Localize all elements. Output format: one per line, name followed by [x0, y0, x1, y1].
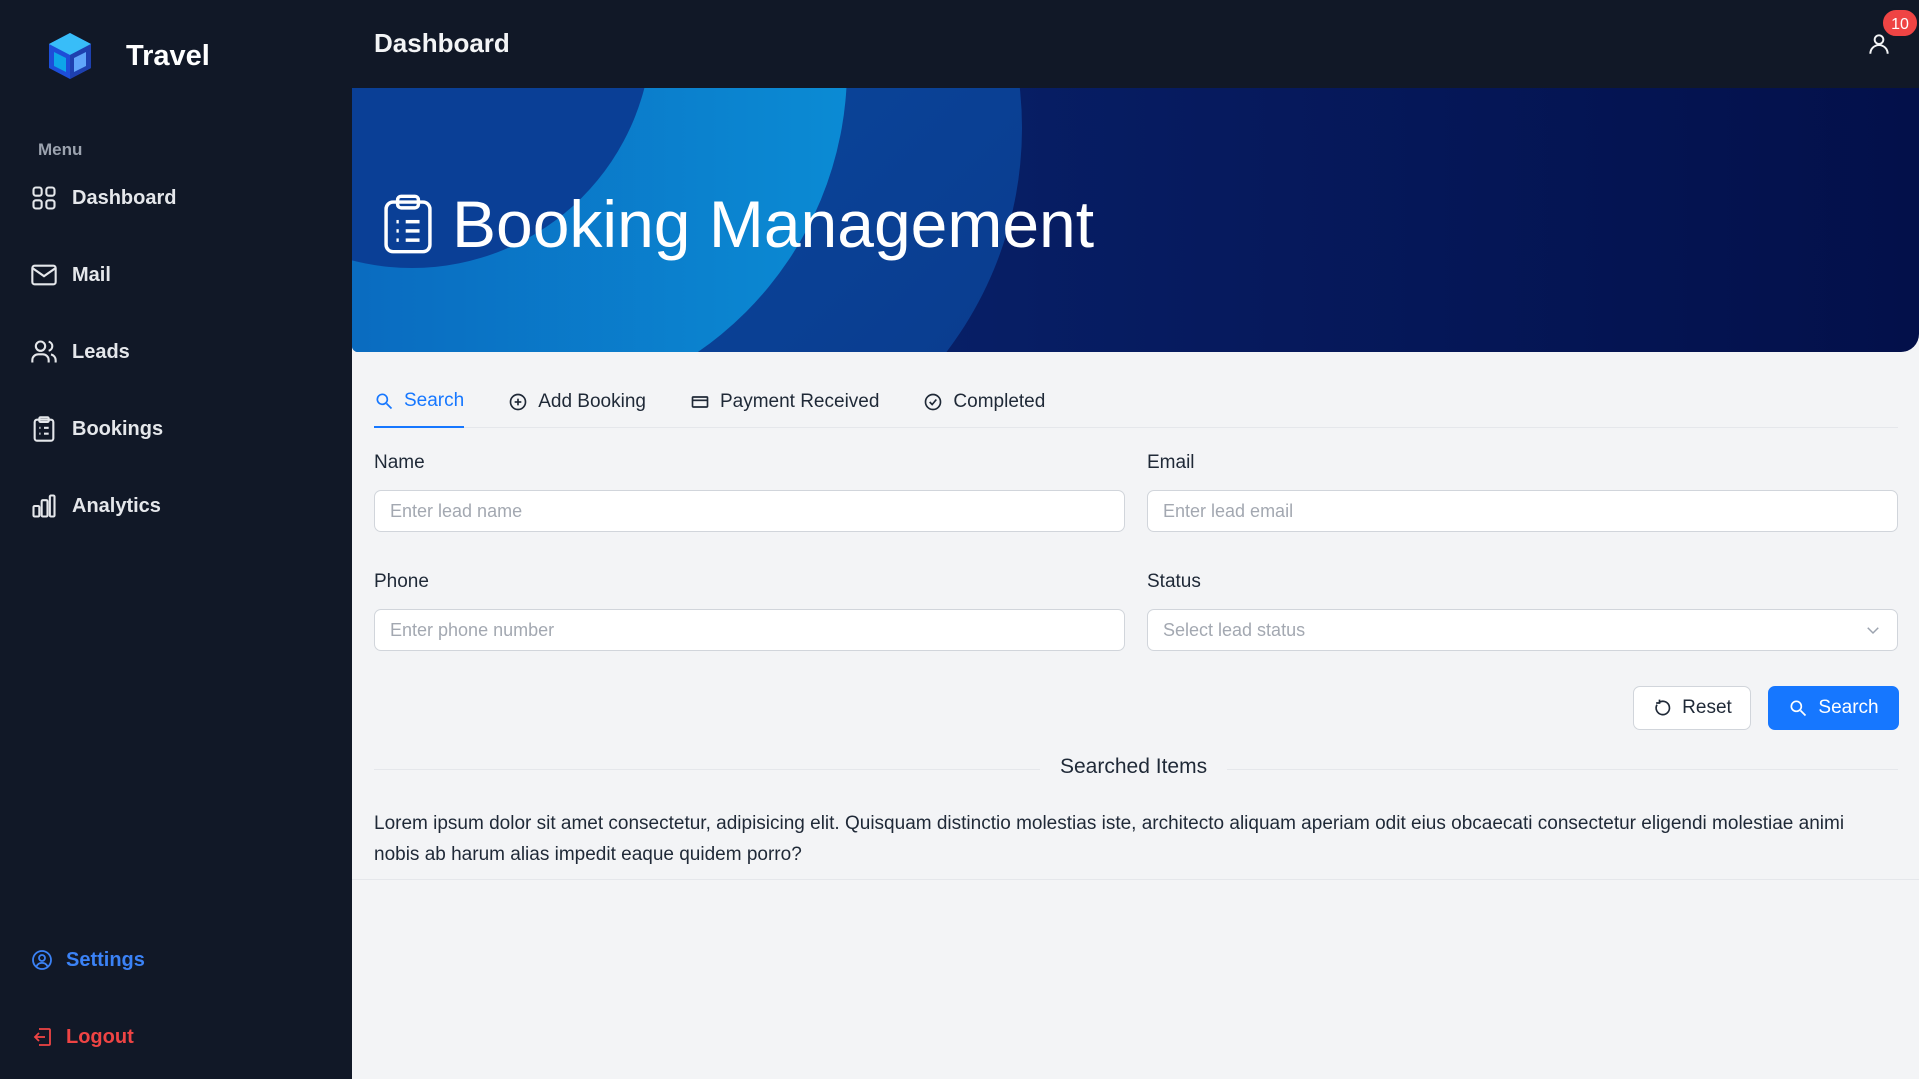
status-select[interactable]: Select lead status: [1147, 609, 1898, 651]
plus-circle-icon: [509, 393, 527, 411]
brand-logo-icon: [49, 33, 91, 79]
tab-label: Add Booking: [538, 391, 646, 412]
tab-label: Completed: [953, 391, 1046, 412]
users-icon: [31, 340, 57, 363]
sidebar-item-label: Leads: [72, 340, 130, 363]
name-input[interactable]: [374, 490, 1125, 532]
chevron-down-icon: [1867, 627, 1879, 635]
search-button-label: Search: [1818, 697, 1879, 718]
phone-label: Phone: [374, 571, 429, 592]
brand-name: Travel: [126, 39, 210, 72]
sidebar-item-label: Analytics: [72, 494, 161, 517]
bar-chart-icon: [32, 494, 56, 518]
reset-button-label: Reset: [1682, 697, 1732, 718]
banner-title-text: Booking Management: [452, 187, 1095, 261]
clipboard-list-icon: [384, 194, 432, 254]
logout-label: Logout: [66, 1025, 134, 1048]
tab-payment-received[interactable]: Payment Received: [690, 376, 879, 428]
sidebar: Travel Menu Dashboard Mail Leads Booking…: [0, 0, 352, 1079]
email-label: Email: [1147, 452, 1195, 473]
settings-label: Settings: [66, 948, 145, 971]
sidebar-item-leads[interactable]: Leads: [30, 332, 176, 372]
status-select-placeholder: Select lead status: [1163, 619, 1306, 640]
content-bottom-border: [352, 879, 1919, 880]
name-label: Name: [374, 452, 425, 473]
results-text: Lorem ipsum dolor sit amet consectetur, …: [374, 813, 1845, 865]
sidebar-item-analytics[interactable]: Analytics: [30, 486, 176, 526]
mail-icon: [31, 264, 57, 286]
logout-link[interactable]: Logout: [30, 1025, 134, 1049]
page-title: Dashboard: [374, 28, 510, 58]
tab-add-booking[interactable]: Add Booking: [508, 376, 646, 428]
booking-tabs: Search Add Booking Payment Received Comp…: [374, 376, 1898, 428]
check-circle-icon: [925, 393, 942, 411]
settings-icon: [32, 950, 52, 970]
credit-card-icon: [691, 396, 709, 408]
sidebar-nav: Dashboard Mail Leads Bookings Analytics: [30, 178, 176, 563]
banner-title: Booking Management: [382, 186, 1094, 262]
tab-completed[interactable]: Completed: [923, 376, 1045, 428]
tab-search[interactable]: Search: [374, 376, 465, 428]
phone-input[interactable]: [374, 609, 1125, 651]
tab-label: Payment Received: [719, 391, 880, 412]
sidebar-item-mail[interactable]: Mail: [30, 255, 176, 295]
notification-badge: 10: [1881, 8, 1919, 38]
reset-button[interactable]: Reset: [1633, 686, 1751, 730]
logout-icon: [33, 1028, 51, 1046]
search-button[interactable]: Search: [1768, 686, 1899, 730]
search-icon: [376, 393, 393, 410]
sidebar-item-label: Bookings: [72, 417, 164, 440]
reset-icon: [1655, 699, 1671, 716]
status-label: Status: [1147, 571, 1201, 592]
sidebar-item-bookings[interactable]: Bookings: [30, 409, 176, 449]
sidebar-item-dashboard[interactable]: Dashboard: [30, 178, 176, 218]
tab-label: Search: [404, 390, 465, 411]
grid-icon: [32, 186, 56, 210]
settings-link[interactable]: Settings: [30, 948, 145, 972]
sidebar-item-label: Dashboard: [72, 186, 177, 209]
results-title: Searched Items: [1040, 755, 1228, 779]
sidebar-item-label: Mail: [72, 263, 111, 286]
email-input[interactable]: [1147, 490, 1898, 532]
search-icon: [1790, 700, 1807, 717]
clipboard-icon: [33, 416, 55, 442]
menu-heading: Menu: [38, 140, 83, 159]
brand[interactable]: Travel: [44, 30, 210, 82]
page-banner: Booking Management: [352, 88, 1919, 352]
top-bar: Dashboard 10: [352, 0, 1919, 88]
